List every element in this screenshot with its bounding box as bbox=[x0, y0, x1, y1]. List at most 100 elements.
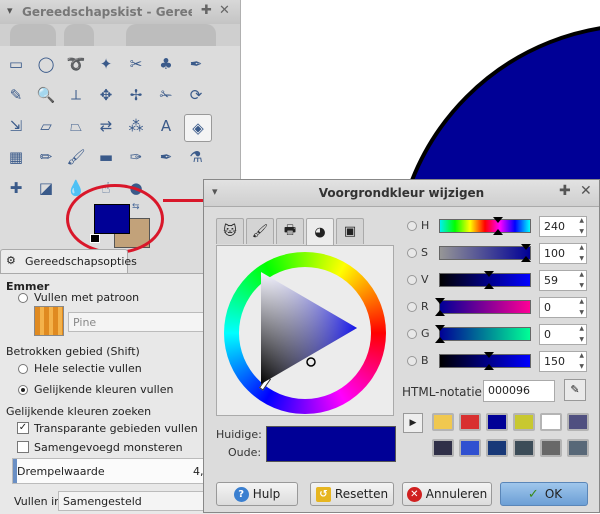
text-icon[interactable]: A bbox=[154, 114, 178, 138]
tab-watercolor-icon[interactable]: 🖌 bbox=[246, 218, 274, 244]
dialog-title: Voorgrondkleur wijzigen bbox=[318, 186, 485, 200]
slider-radio-g[interactable] bbox=[407, 329, 417, 339]
pattern-preview[interactable] bbox=[34, 306, 64, 336]
ok-button[interactable]: ✓ OK bbox=[500, 482, 588, 506]
history-swatch[interactable] bbox=[540, 413, 562, 431]
shear-icon[interactable]: ▱ bbox=[34, 114, 58, 138]
html-notation-input[interactable]: 000096 bbox=[483, 380, 555, 402]
tab-cmyk-icon[interactable]: ▣ bbox=[336, 218, 364, 244]
crop-icon[interactable]: ✁ bbox=[154, 83, 178, 107]
cage-icon[interactable]: ⁂ bbox=[124, 114, 148, 138]
cancel-button[interactable]: ✕ Annuleren bbox=[402, 482, 492, 506]
spin-up-icon[interactable]: ▲ bbox=[579, 217, 584, 224]
airbrush-icon[interactable]: ✑ bbox=[124, 145, 148, 169]
clone-icon[interactable]: ⚗ bbox=[184, 145, 208, 169]
fill-selection-radio[interactable] bbox=[18, 364, 28, 374]
foreground-select-icon[interactable]: ♣ bbox=[154, 52, 178, 76]
spin-h[interactable]: 240 ▲ ▼ bbox=[539, 216, 587, 237]
spin-up-icon[interactable]: ▲ bbox=[579, 271, 584, 278]
ink-icon[interactable]: ✒ bbox=[154, 145, 178, 169]
fill-pattern-radio[interactable] bbox=[18, 293, 28, 303]
spin-r[interactable]: 0 ▲ ▼ bbox=[539, 297, 587, 318]
heal-icon[interactable]: ✚ bbox=[4, 176, 28, 200]
perspective-clone-icon[interactable]: ◪ bbox=[34, 176, 58, 200]
bucket-fill-icon[interactable]: ◈ bbox=[184, 114, 212, 142]
slider-b[interactable] bbox=[439, 352, 531, 370]
paintbrush-icon[interactable]: 🖌 bbox=[64, 145, 88, 169]
lasso-icon[interactable]: ➰ bbox=[64, 52, 88, 76]
spin-up-icon[interactable]: ▲ bbox=[579, 298, 584, 305]
fill-similar-radio[interactable] bbox=[18, 385, 28, 395]
help-button[interactable]: ? Hulp bbox=[216, 482, 298, 506]
saturation-value-triangle[interactable] bbox=[235, 264, 365, 394]
fill-transparent-checkbox[interactable]: ✓ bbox=[17, 422, 29, 434]
align-icon[interactable]: ✢ bbox=[124, 83, 148, 107]
slider-radio-b[interactable] bbox=[407, 356, 417, 366]
tab-scales-icon[interactable]: 🖶 bbox=[276, 218, 304, 244]
pin-icon[interactable]: ✚ bbox=[201, 3, 212, 18]
spin-down-icon[interactable]: ▼ bbox=[579, 228, 584, 235]
slider-r[interactable] bbox=[435, 298, 531, 316]
tab-tool-options[interactable]: ⚙ Gereedschapsopties bbox=[0, 249, 137, 274]
spin-down-icon[interactable]: ▼ bbox=[579, 282, 584, 289]
slider-v[interactable] bbox=[439, 271, 531, 289]
paths-icon[interactable]: ✒ bbox=[184, 52, 208, 76]
spin-b[interactable]: 150 ▲ ▼ bbox=[539, 351, 587, 372]
color-picker-icon[interactable]: ✎ bbox=[4, 83, 28, 107]
history-swatch[interactable] bbox=[540, 439, 562, 457]
spin-down-icon[interactable]: ▼ bbox=[579, 255, 584, 262]
history-swatch[interactable] bbox=[459, 413, 481, 431]
history-swatch[interactable] bbox=[513, 439, 535, 457]
history-swatch[interactable] bbox=[432, 439, 454, 457]
measure-icon[interactable]: ⟂ bbox=[64, 83, 88, 107]
slider-radio-h[interactable] bbox=[407, 221, 417, 231]
scissors-icon[interactable]: ✂ bbox=[124, 52, 148, 76]
history-swatch[interactable] bbox=[459, 439, 481, 457]
history-add-button[interactable]: ▶ bbox=[403, 413, 423, 433]
spin-down-icon[interactable]: ▼ bbox=[579, 363, 584, 370]
cmyk-icon: ▣ bbox=[343, 224, 357, 239]
color-picker-button[interactable]: ✎ bbox=[564, 379, 586, 401]
spin-g[interactable]: 0 ▲ ▼ bbox=[539, 324, 587, 345]
history-swatch[interactable] bbox=[567, 439, 589, 457]
sample-merged-checkbox[interactable] bbox=[17, 441, 29, 453]
spin-up-icon[interactable]: ▲ bbox=[579, 325, 584, 332]
history-swatch[interactable] bbox=[486, 413, 508, 431]
eraser-icon[interactable]: ▬ bbox=[94, 145, 118, 169]
tab-wheel-icon[interactable]: ◕ bbox=[306, 218, 334, 246]
pin-icon[interactable]: ✚ bbox=[559, 183, 571, 199]
spin-up-icon[interactable]: ▲ bbox=[579, 244, 584, 251]
close-icon[interactable]: ✕ bbox=[219, 3, 230, 18]
history-swatch[interactable] bbox=[567, 413, 589, 431]
magnify-icon[interactable]: 🔍 bbox=[34, 83, 58, 107]
window-menu-icon[interactable]: ▾ bbox=[7, 4, 13, 17]
slider-radio-r[interactable] bbox=[407, 302, 417, 312]
close-icon[interactable]: ✕ bbox=[580, 183, 592, 199]
spin-down-icon[interactable]: ▼ bbox=[579, 336, 584, 343]
flip-icon[interactable]: ⇄ bbox=[94, 114, 118, 138]
fuzzy-select-icon[interactable]: ✦ bbox=[94, 52, 118, 76]
slider-radio-v[interactable] bbox=[407, 275, 417, 285]
slider-row-g: G 0 ▲ ▼ bbox=[407, 324, 597, 346]
slider-s[interactable] bbox=[439, 244, 532, 262]
tab-gimp-selector-icon[interactable]: 🐱 bbox=[216, 218, 244, 244]
slider-g[interactable] bbox=[435, 325, 531, 343]
history-swatch[interactable] bbox=[513, 413, 535, 431]
spin-v[interactable]: 59 ▲ ▼ bbox=[539, 270, 587, 291]
spin-s[interactable]: 100 ▲ ▼ bbox=[539, 243, 587, 264]
spin-up-icon[interactable]: ▲ bbox=[579, 352, 584, 359]
scale-icon[interactable]: ⇲ bbox=[4, 114, 28, 138]
rotate-icon[interactable]: ⟳ bbox=[184, 83, 208, 107]
move-icon[interactable]: ✥ bbox=[94, 83, 118, 107]
rect-select-icon[interactable]: ▭ bbox=[4, 52, 28, 76]
ellipse-select-icon[interactable]: ◯ bbox=[34, 52, 58, 76]
blend-icon[interactable]: ▦ bbox=[4, 145, 28, 169]
perspective-icon[interactable]: ⏢ bbox=[64, 114, 88, 138]
history-swatch[interactable] bbox=[486, 439, 508, 457]
slider-h[interactable] bbox=[439, 217, 531, 235]
pencil-icon[interactable]: ✏ bbox=[34, 145, 58, 169]
history-swatch[interactable] bbox=[432, 413, 454, 431]
spin-down-icon[interactable]: ▼ bbox=[579, 309, 584, 316]
reset-button[interactable]: ↺ Resetten bbox=[310, 482, 394, 506]
slider-radio-s[interactable] bbox=[407, 248, 417, 258]
